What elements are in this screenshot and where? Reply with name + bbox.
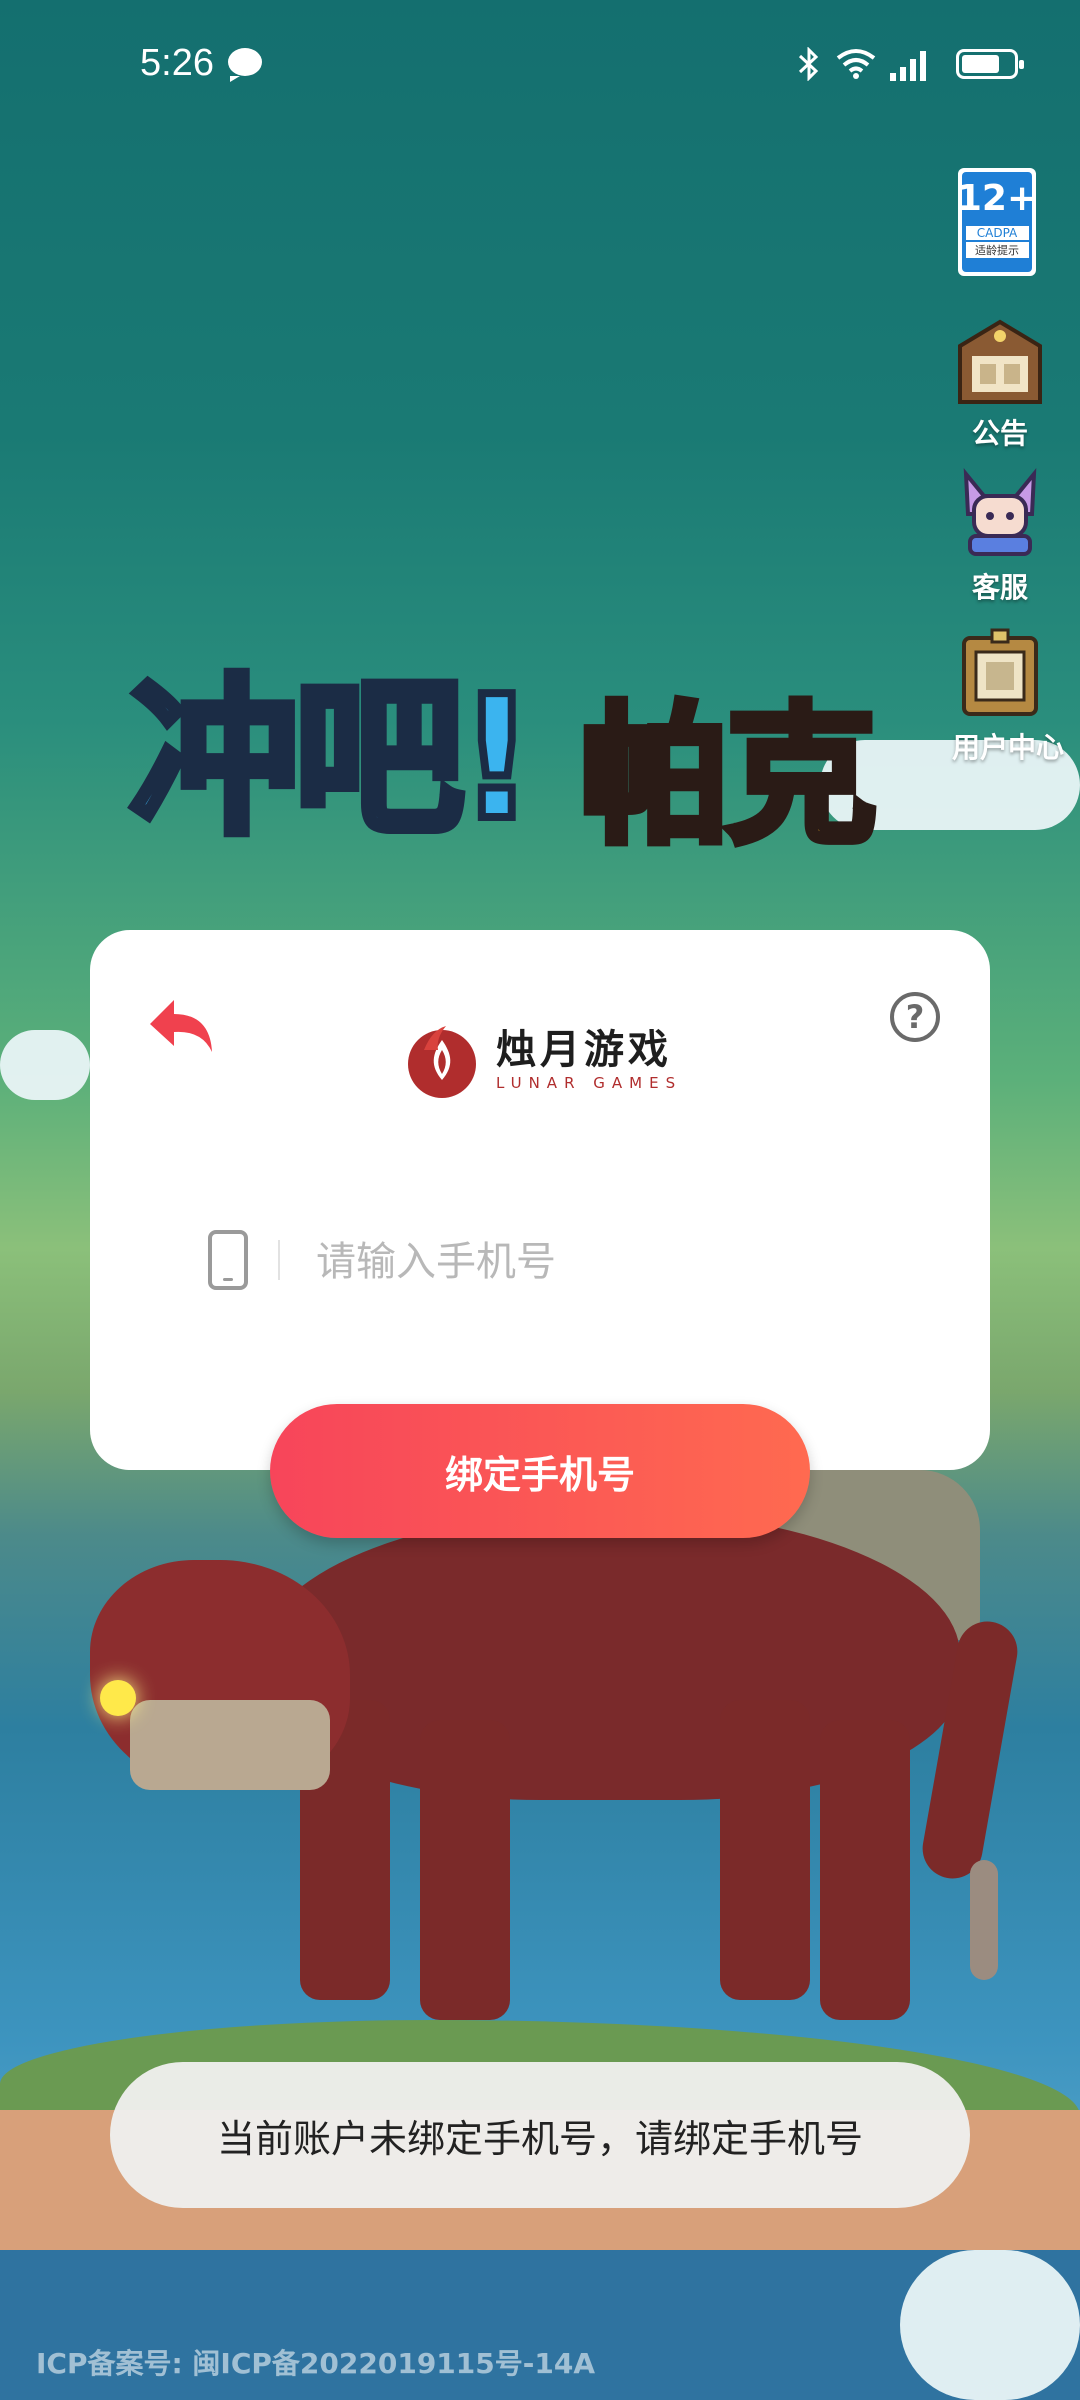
side-menu-user-center[interactable]: 用户中心 [952,628,1065,766]
bind-phone-card: ? 烛月游戏 LUNAR GAMES [90,930,990,1470]
status-time: 5:26 [140,42,214,84]
side-menu-user-center-label: 用户中心 [952,731,1065,764]
age-rating-org: CADPA [965,226,1029,240]
battery-level [962,55,999,73]
cloud-decoration [900,2250,1080,2400]
notice-board-icon [958,319,1042,404]
wifi-icon [836,49,876,79]
dino-tail-tip [970,1860,998,1980]
game-logo: 冲吧! 帕克 [120,580,960,880]
toast-message: 当前账户未绑定手机号，请绑定手机号 [110,2062,970,2208]
side-menu-support-label: 客服 [971,571,1028,604]
lunar-flame-logo-icon [408,1026,476,1098]
brand-text: 烛月游戏 LUNAR GAMES [496,1027,682,1093]
game-logo-part2: 帕克 [576,686,880,868]
dino-leg [820,1720,910,2020]
brand-name-en: LUNAR GAMES [496,1074,683,1092]
age-rating-value: 12+ [956,178,1038,219]
cellular-signal-icon [890,47,942,81]
dino-leg [720,1700,810,2000]
back-arrow-icon[interactable] [146,996,218,1056]
dino-eye [100,1680,136,1716]
brand-logo: 烛月游戏 LUNAR GAMES [402,1020,682,1100]
support-character-icon [963,468,1037,556]
age-rating-tip: 适龄提示 [965,242,1029,258]
dino-leg [420,1720,510,2020]
bluetooth-icon [798,47,819,81]
side-menu-notice[interactable]: 公告 [952,318,1048,452]
input-divider [278,1240,280,1280]
game-logo-part1: 冲吧! [126,656,540,862]
help-icon[interactable]: ? [890,992,940,1042]
age-rating-inner: 12+ CADPA 适龄提示 [957,172,1037,272]
status-indicators [796,42,1024,86]
side-menu-notice-label: 公告 [971,417,1028,450]
chat-notification-icon [228,48,262,82]
phone-icon [208,1230,248,1290]
icp-filing-text: ICP备案号: 闽ICP备2022019115号-14A [36,2347,596,2380]
age-rating-badge[interactable]: 12+ CADPA 适龄提示 [957,168,1037,276]
phone-number-input[interactable] [314,1226,918,1298]
battery-icon [956,49,1024,79]
side-menu-support[interactable]: 客服 [952,466,1048,606]
status-bar: 5:26 [0,0,1080,130]
bind-phone-button[interactable]: 绑定手机号 [270,1404,810,1538]
cloud-decoration [0,1030,90,1100]
dino-jaw [130,1700,330,1790]
brand-name-cn: 烛月游戏 [496,1027,672,1073]
user-center-icon [962,628,1038,716]
